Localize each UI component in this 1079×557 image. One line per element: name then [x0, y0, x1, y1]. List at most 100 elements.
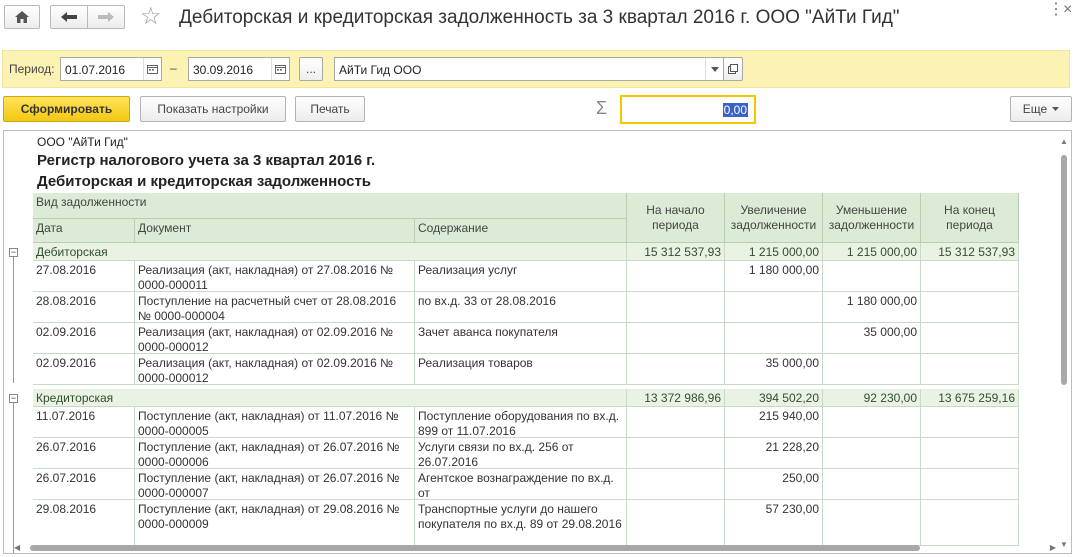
group-decrease: 92 230,00: [823, 389, 921, 407]
vertical-scrollbar[interactable]: ▲ ▼: [1059, 137, 1069, 549]
cell-increase: 1 180 000,00: [725, 261, 823, 292]
header-start: На начало периода: [627, 193, 725, 243]
cell-increase: 35 000,00: [725, 354, 823, 385]
report-organization: ООО "АйТи Гид": [37, 135, 128, 149]
sum-icon: Σ: [596, 98, 608, 118]
group-row-name[interactable]: Дебиторская: [33, 243, 627, 261]
group-end: 13 675 259,16: [921, 389, 1019, 407]
cell-end: [921, 469, 1019, 500]
header-increase: Увеличение задолженности: [725, 193, 823, 243]
collapse-icon[interactable]: −: [9, 248, 18, 257]
date-to-input[interactable]: 30.09.2016: [188, 57, 290, 81]
report-subtitle: Дебиторская и кредиторская задолженность: [37, 173, 372, 190]
cell-start: [627, 323, 725, 354]
chevron-down-icon: [1052, 107, 1060, 111]
cell-document: Поступление (акт, накладная) от 26.07.20…: [135, 469, 415, 500]
header-document: Документ: [135, 219, 415, 243]
choose-period-button[interactable]: ...: [299, 57, 323, 81]
cell-decrease: [823, 407, 921, 438]
cell-start: [627, 354, 725, 385]
cell-start: [627, 438, 725, 469]
filter-bar: Период: 01.07.2016 – 30.09.2016 ... АйТи…: [2, 50, 1070, 88]
show-settings-button[interactable]: Показать настройки: [140, 96, 286, 122]
cell-increase: 21 228,20: [725, 438, 823, 469]
cell-start: [627, 407, 725, 438]
group-start: 13 372 986,96: [627, 389, 725, 407]
open-window-icon: [728, 64, 738, 74]
sum-field[interactable]: 0,00: [620, 95, 756, 124]
cell-end: [921, 354, 1019, 385]
scroll-thumb[interactable]: [1061, 155, 1067, 385]
cell-document: Поступление (акт, накладная) от 11.07.20…: [135, 407, 415, 438]
date-from-input[interactable]: 01.07.2016: [60, 57, 162, 81]
cell-content: Поступление оборудования по вх.д. 899 от…: [415, 407, 627, 438]
close-icon[interactable]: ×: [1063, 2, 1072, 18]
cell-increase: [725, 323, 823, 354]
group-decrease: 1 215 000,00: [823, 243, 921, 261]
calendar-icon[interactable]: [271, 58, 289, 80]
home-icon: [15, 11, 29, 23]
cell-increase: 215 940,00: [725, 407, 823, 438]
more-vert-icon[interactable]: ⋮: [1048, 2, 1064, 18]
print-button[interactable]: Печать: [295, 96, 365, 122]
cell-document: Поступление (акт, накладная) от 26.07.20…: [135, 438, 415, 469]
cell-increase: [725, 292, 823, 323]
cell-end: [921, 438, 1019, 469]
header-content: Содержание: [415, 219, 627, 243]
cell-end: [921, 323, 1019, 354]
cell-start: [627, 500, 725, 546]
cell-date: 27.08.2016: [33, 261, 135, 292]
cell-document: Реализация (акт, накладная) от 27.08.201…: [135, 261, 415, 292]
period-label: Период:: [9, 62, 55, 76]
cell-document: Реализация (акт, накладная) от 02.09.201…: [135, 354, 415, 385]
cell-start: [627, 261, 725, 292]
chevron-down-icon[interactable]: [705, 58, 723, 80]
arrow-left-icon: [61, 12, 77, 22]
report-table: Вид задолженности На начало периода Увел…: [4, 193, 1054, 553]
cell-end: [921, 407, 1019, 438]
collapse-icon[interactable]: −: [9, 394, 18, 403]
cell-decrease: 35 000,00: [823, 323, 921, 354]
header-kind: Вид задолженности: [33, 193, 627, 219]
home-button[interactable]: [4, 5, 40, 29]
tree-line: [13, 253, 14, 383]
header-date: Дата: [33, 219, 135, 243]
horizontal-scrollbar[interactable]: ◀ ▶: [14, 543, 1056, 552]
cell-end: [921, 292, 1019, 323]
back-button[interactable]: [50, 5, 88, 29]
group-row-name[interactable]: Кредиторская: [33, 389, 627, 407]
cell-increase: 57 230,00: [725, 500, 823, 546]
scroll-right-icon[interactable]: ▶: [1050, 543, 1056, 552]
cell-content: Агентское вознаграждение по вх.д. от: [415, 469, 627, 500]
scroll-thumb[interactable]: [30, 545, 920, 551]
cell-end: [921, 500, 1019, 546]
open-organization-button[interactable]: [723, 57, 743, 81]
tree-line: [13, 399, 14, 553]
cell-date: 02.09.2016: [33, 354, 135, 385]
forward-button[interactable]: [87, 5, 125, 29]
group-end: 15 312 537,93: [921, 243, 1019, 261]
more-button[interactable]: Еще: [1010, 96, 1072, 122]
arrow-right-icon: [98, 12, 114, 22]
scroll-up-icon[interactable]: ▲: [1060, 137, 1068, 146]
page-title: Дебиторская и кредиторская задолженность…: [179, 7, 900, 28]
generate-button[interactable]: Сформировать: [3, 96, 130, 122]
cell-decrease: [823, 469, 921, 500]
cell-decrease: [823, 500, 921, 546]
cell-document: Поступление на расчетный счет от 28.08.2…: [135, 292, 415, 323]
cell-start: [627, 469, 725, 500]
calendar-icon[interactable]: [143, 58, 161, 80]
cell-end: [921, 261, 1019, 292]
cell-decrease: [823, 261, 921, 292]
scroll-left-icon[interactable]: ◀: [14, 543, 20, 552]
organization-select[interactable]: АйТи Гид ООО: [334, 57, 724, 81]
scroll-down-icon[interactable]: ▼: [1060, 540, 1068, 549]
cell-date: 29.08.2016: [33, 500, 135, 546]
cell-date: 26.07.2016: [33, 469, 135, 500]
group-increase: 394 502,20: [725, 389, 823, 407]
star-icon[interactable]: ☆: [140, 4, 162, 30]
group-increase: 1 215 000,00: [725, 243, 823, 261]
report-area: ООО "АйТи Гид" Регистр налогового учета …: [3, 130, 1072, 554]
header-end: На конец периода: [921, 193, 1019, 243]
cell-content: Реализация товаров: [415, 354, 627, 385]
